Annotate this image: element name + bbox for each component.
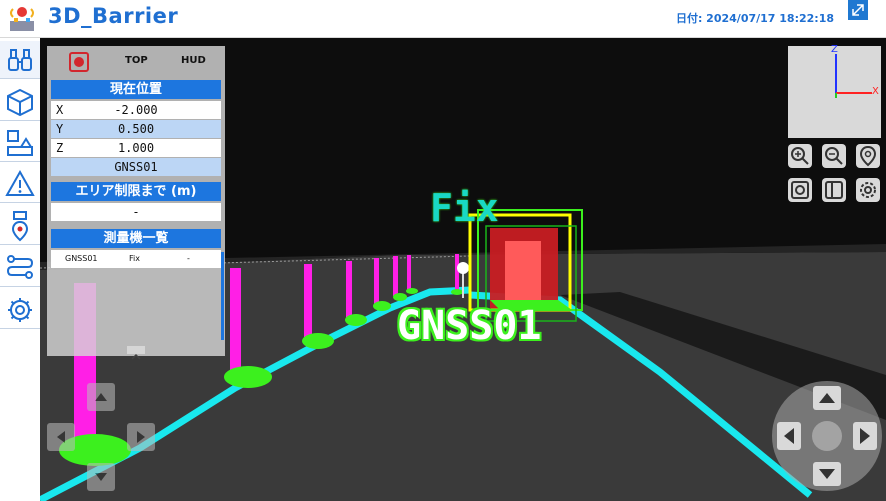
list-item[interactable]: GNSS01 Fix - (51, 250, 221, 268)
arrow-down-icon (95, 473, 107, 481)
axis-x-label: X (872, 86, 879, 97)
tab-hud[interactable]: HUD (181, 55, 206, 66)
sidebar-item-route[interactable] (0, 207, 40, 245)
warning-icon (5, 169, 35, 196)
arrow-left-icon (57, 431, 65, 443)
collapse-button[interactable] (127, 346, 145, 360)
pan-down-button[interactable] (87, 463, 115, 491)
cube-icon (7, 88, 33, 117)
position-device-row: GNSS01 (51, 158, 221, 176)
sidebar-item-path[interactable] (0, 249, 40, 287)
split-view-icon (825, 181, 843, 199)
position-z-row: Z 1.000 (51, 139, 221, 157)
sidebar-item-warning[interactable] (0, 165, 40, 203)
pan-up-button[interactable] (87, 383, 115, 411)
position-x-value: -2.000 (114, 103, 158, 117)
location-pin-icon (859, 145, 877, 167)
position-device-name: GNSS01 (114, 160, 158, 174)
arrow-right-icon (137, 431, 145, 443)
path-icon (6, 255, 34, 279)
survey-list-header: 測量機一覧 (51, 229, 221, 248)
zoom-out-button[interactable] (822, 144, 846, 168)
chevron-up-icon (131, 353, 141, 360)
fix-label: Fix (430, 186, 499, 230)
location-button[interactable] (856, 144, 880, 168)
axis-gizmo (835, 54, 872, 98)
pan-right-button[interactable] (127, 423, 155, 451)
orientation-view[interactable]: Z X (788, 44, 881, 138)
title-bar: 3D_Barrier 日付: 2024/07/17 18:22:18 (0, 0, 886, 38)
axis-z-label: Z (831, 44, 838, 55)
area-limit-row: - (51, 203, 221, 221)
rotate-arrows-icon (777, 386, 877, 486)
scrollbar[interactable] (221, 252, 224, 340)
sidebar-item-layout[interactable] (0, 124, 40, 162)
tab-top[interactable]: TOP (125, 55, 148, 66)
sidebar (0, 38, 40, 501)
layout-icon (7, 130, 33, 156)
sidebar-item-3d[interactable] (0, 83, 40, 121)
gear-icon (8, 298, 32, 322)
record-icon (74, 57, 84, 67)
split-view-button[interactable] (822, 178, 846, 202)
record-button[interactable] (69, 52, 89, 72)
view-settings-button[interactable] (856, 178, 880, 202)
route-pin-icon (11, 211, 29, 242)
survey-device-extra: - (187, 254, 190, 263)
record-view-button[interactable] (788, 178, 812, 202)
zoom-out-icon (825, 147, 843, 165)
pan-left-button[interactable] (47, 423, 75, 451)
position-y-value: 0.500 (117, 122, 155, 136)
expand-icon (852, 4, 864, 16)
area-limit-header: エリア制限まで (m) (51, 182, 221, 201)
position-y-row: Y 0.500 (51, 120, 221, 138)
sidebar-item-survey[interactable] (0, 41, 40, 79)
app-title: 3D_Barrier (48, 4, 179, 28)
survey-device-name: GNSS01 (65, 254, 98, 263)
position-header: 現在位置 (51, 80, 221, 99)
binoculars-icon (8, 49, 32, 71)
survey-device-status: Fix (129, 254, 140, 263)
device-label: GNSS01 (397, 303, 542, 349)
sidebar-item-settings[interactable] (0, 291, 40, 329)
target-icon (791, 181, 809, 199)
arrow-up-icon (95, 393, 107, 401)
zoom-in-button[interactable] (788, 144, 812, 168)
area-limit-value: - (132, 205, 140, 219)
app-logo (10, 7, 34, 31)
position-z-value: 1.000 (117, 141, 155, 155)
window-toggle-button[interactable] (848, 0, 868, 20)
gear-icon (860, 182, 876, 198)
panel-tabs: TOP HUD (47, 46, 225, 78)
rotate-pad[interactable] (772, 381, 882, 491)
zoom-in-icon (791, 147, 809, 165)
info-panel: TOP HUD 現在位置 X -2.000 Y 0.500 Z 1.000 GN… (47, 46, 225, 360)
datetime: 日付: 2024/07/17 18:22:18 (675, 12, 834, 25)
position-x-row: X -2.000 (51, 101, 221, 119)
